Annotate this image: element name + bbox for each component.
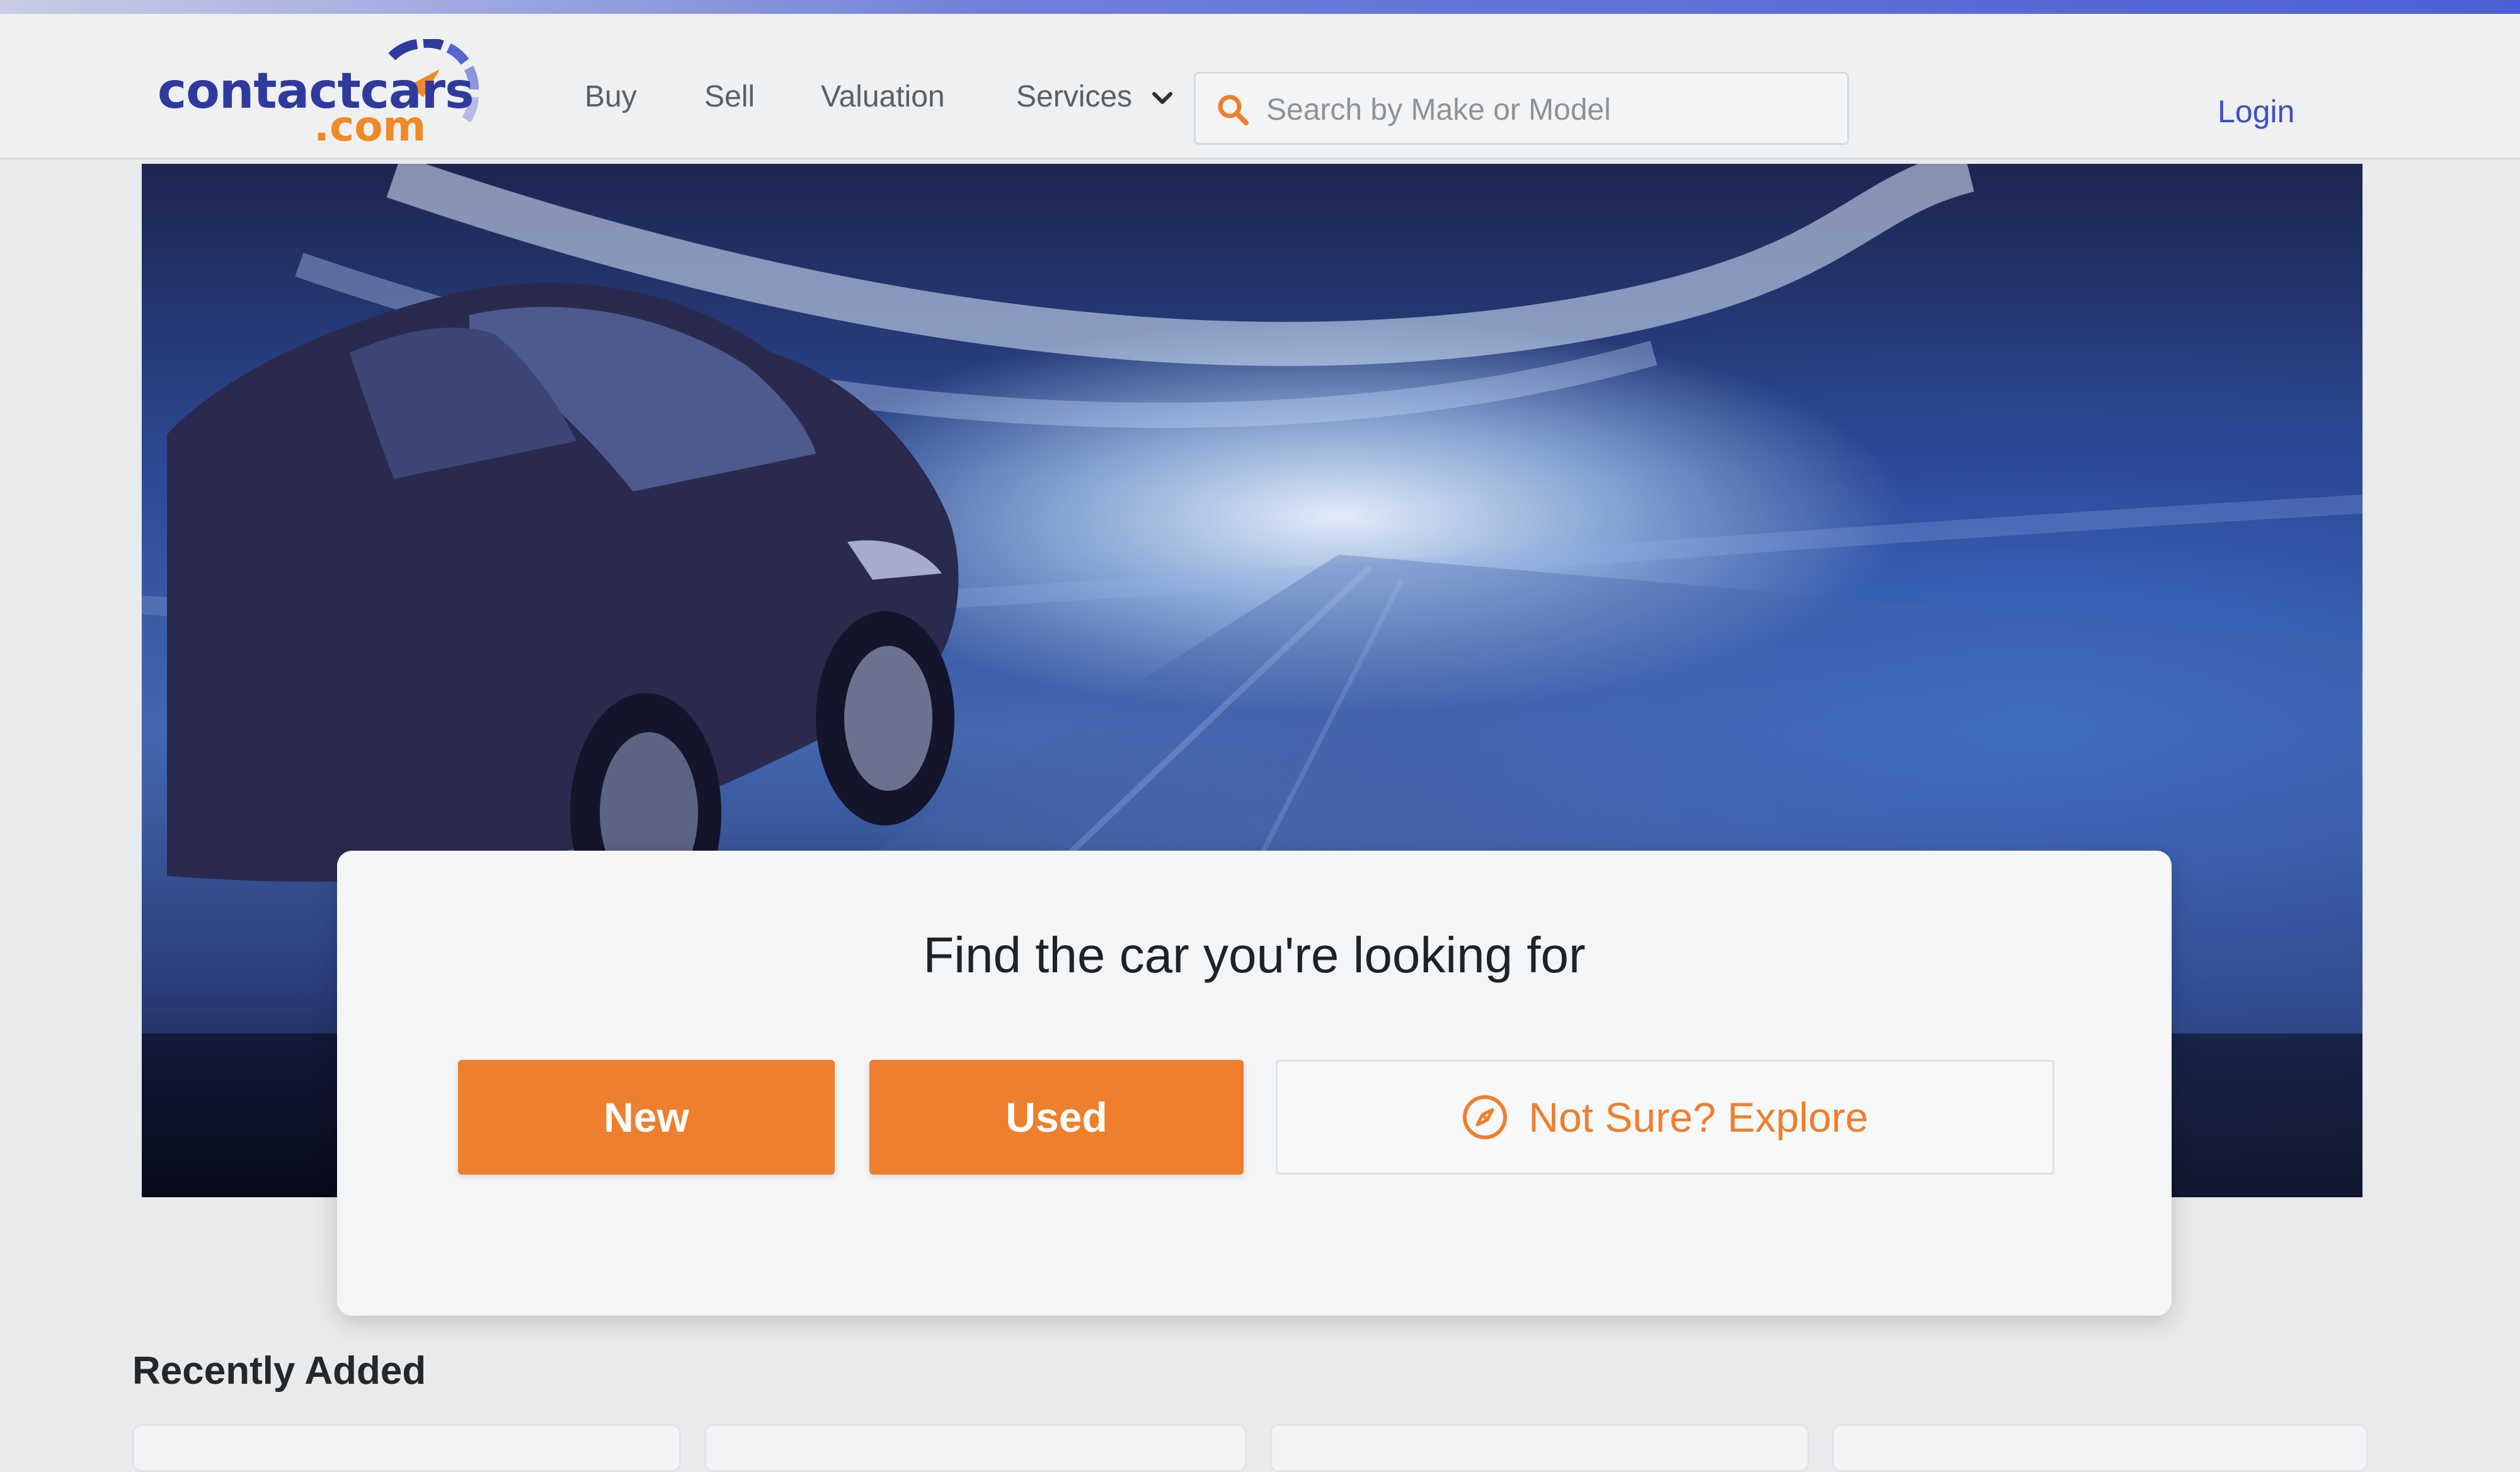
search-input[interactable]: [1265, 85, 1822, 134]
explore-button-label: Not Sure? Explore: [1528, 1094, 1869, 1141]
search-icon: [1218, 95, 1249, 125]
nav-valuation[interactable]: Valuation: [821, 79, 945, 114]
search-bar[interactable]: [1194, 72, 1849, 145]
used-cars-button[interactable]: Used: [869, 1060, 1244, 1175]
top-accent-bar: [0, 0, 2520, 14]
contactcars-logo[interactable]: contactcars .com: [158, 39, 479, 151]
nav-services-label: Services: [1016, 80, 1133, 113]
nav-services-dropdown[interactable]: Services: [1016, 79, 1173, 114]
compass-icon: [1463, 1095, 1508, 1139]
login-link[interactable]: Login: [2218, 93, 2294, 130]
new-cars-button[interactable]: New: [458, 1060, 835, 1175]
find-car-card: Find the car you're looking for New Used…: [337, 851, 2172, 1316]
find-car-heading: Find the car you're looking for: [923, 927, 1586, 983]
recent-listing-card[interactable]: [132, 1424, 681, 1472]
logo-domain-text: .com: [314, 102, 427, 151]
recent-listing-card[interactable]: [704, 1424, 1247, 1472]
recent-listing-card[interactable]: [1270, 1424, 1809, 1472]
chevron-down-icon: [1152, 92, 1173, 105]
nav-sell[interactable]: Sell: [704, 79, 755, 114]
explore-button[interactable]: Not Sure? Explore: [1276, 1060, 2054, 1175]
recently-added-heading: Recently Added: [132, 1349, 427, 1393]
recent-listing-card[interactable]: [1832, 1424, 2368, 1472]
nav-buy[interactable]: Buy: [585, 79, 637, 114]
site-header: contactcars .com Buy Sell Valuation Serv…: [0, 14, 2520, 159]
